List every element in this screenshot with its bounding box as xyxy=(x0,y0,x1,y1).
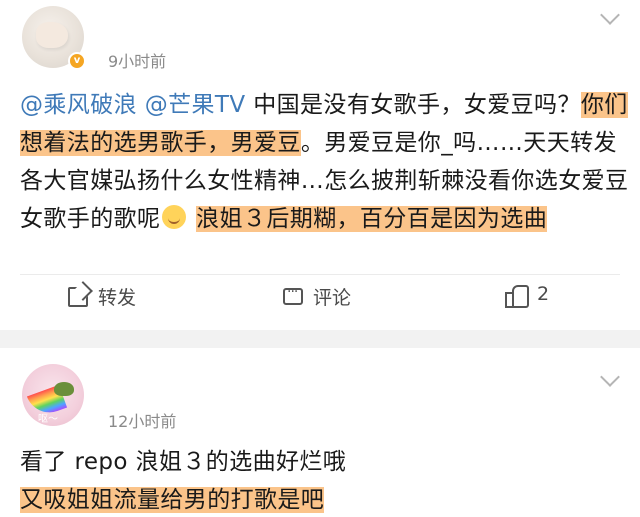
avatar-image xyxy=(54,382,74,396)
highlighted-text: 浪姐３后期糊，百分百是因为选曲 xyxy=(196,206,548,232)
thumbs-up-icon xyxy=(505,283,529,308)
section-separator xyxy=(0,330,640,348)
share-button[interactable]: 转发 xyxy=(68,283,136,310)
divider xyxy=(20,274,620,275)
avatar-caption: 呕～ xyxy=(38,414,58,425)
like-count: 2 xyxy=(537,283,550,305)
timestamp: 12小时前 xyxy=(108,412,177,431)
chevron-down-icon[interactable] xyxy=(600,5,620,25)
share-icon xyxy=(68,286,88,307)
action-bar: 转发 评论 2 xyxy=(0,283,640,319)
comment-icon xyxy=(283,284,303,305)
comment-card-1: v 9小时前 @乘风破浪 @芒果TV 中国是没有女歌手，女爱豆吗？你们想着法的选… xyxy=(0,0,640,330)
comment-label: 评论 xyxy=(313,287,352,309)
mention-link[interactable]: @乘风破浪 xyxy=(20,92,137,118)
avatar[interactable]: 呕～ xyxy=(22,364,84,426)
comment-text-segment: 中国是没有女歌手，女爱豆吗？ xyxy=(245,92,581,118)
comment-text: 看了 repo 浪姐３的选曲好烂哦 又吸姐姐流量给男的打歌是吧 xyxy=(20,443,620,517)
avatar-image xyxy=(36,22,68,48)
comment-button[interactable]: 评论 xyxy=(283,283,351,310)
like-button[interactable]: 2 xyxy=(505,283,550,308)
comment-text-line: 看了 repo 浪姐３的选曲好烂哦 xyxy=(20,449,347,475)
highlighted-text: 又吸姐姐流量给男的打歌是吧 xyxy=(20,487,325,513)
timestamp: 9小时前 xyxy=(108,52,167,71)
smile-emoji-icon xyxy=(162,205,187,229)
mention-link[interactable]: @芒果TV xyxy=(145,92,246,118)
verified-badge-icon: v xyxy=(68,52,86,70)
comment-text: @乘风破浪 @芒果TV 中国是没有女歌手，女爱豆吗？你们想着法的选男歌手，男爱豆… xyxy=(20,86,635,238)
share-label: 转发 xyxy=(98,287,137,309)
